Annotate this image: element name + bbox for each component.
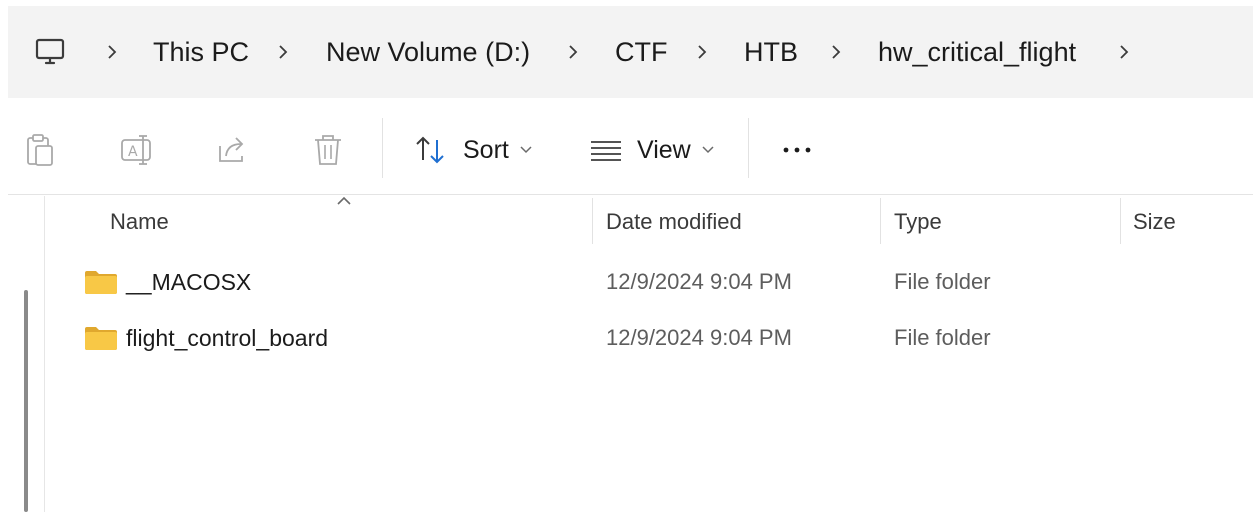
command-divider (748, 118, 749, 178)
more-options-icon[interactable] (779, 132, 815, 168)
file-name[interactable]: flight_control_board (126, 320, 328, 356)
column-header-date-modified[interactable]: Date modified (606, 204, 742, 240)
view-list-icon (591, 141, 621, 161)
navigation-pane-edge (44, 196, 45, 512)
folder-icon (85, 327, 117, 350)
file-date-modified: 12/9/2024 9:04 PM (606, 325, 792, 350)
sort-label: Sort (463, 136, 509, 164)
chevron-right-icon[interactable] (1116, 34, 1132, 70)
delete-icon[interactable] (310, 132, 346, 168)
breadcrumb-ctf[interactable]: CTF (615, 34, 667, 70)
column-divider[interactable] (880, 198, 881, 244)
breadcrumb-this-pc[interactable]: This PC (153, 34, 249, 70)
navigation-scrollbar-thumb[interactable] (24, 290, 28, 512)
sort-arrows-icon (416, 136, 444, 164)
rename-icon[interactable]: A (119, 132, 155, 168)
chevron-right-icon[interactable] (275, 34, 291, 70)
file-row[interactable]: flight_control_board 12/9/2024 9:04 PM F… (56, 313, 1246, 363)
file-row[interactable]: __MACOSX 12/9/2024 9:04 PM File folder (56, 257, 1246, 307)
svg-text:A: A (128, 144, 138, 160)
breadcrumb-hw-critical-flight[interactable]: hw_critical_flight (878, 34, 1076, 70)
chevron-right-icon[interactable] (828, 34, 844, 70)
file-type: File folder (894, 325, 991, 350)
this-pc-monitor-icon[interactable] (34, 36, 66, 68)
column-divider[interactable] (1120, 198, 1121, 244)
column-divider[interactable] (592, 198, 593, 244)
address-bar[interactable]: This PC New Volume (D:) CTF HTB hw_criti… (8, 6, 1253, 98)
file-type: File folder (894, 269, 991, 294)
chevron-down-icon (520, 146, 532, 154)
view-label: View (637, 136, 691, 164)
chevron-right-icon[interactable] (565, 34, 581, 70)
breadcrumb-htb[interactable]: HTB (744, 34, 798, 70)
paste-icon[interactable] (22, 132, 58, 168)
chevron-down-icon (702, 146, 714, 154)
file-name[interactable]: __MACOSX (126, 264, 251, 300)
column-header-size[interactable]: Size (1133, 204, 1176, 240)
folder-icon (85, 271, 117, 294)
column-header-name[interactable]: Name (110, 204, 169, 240)
command-divider (382, 118, 383, 178)
breadcrumb-new-volume[interactable]: New Volume (D:) (326, 34, 530, 70)
command-bar: A Sort View (8, 102, 1253, 195)
chevron-right-icon[interactable] (694, 34, 710, 70)
column-header-type[interactable]: Type (894, 204, 942, 240)
share-icon[interactable] (214, 132, 250, 168)
chevron-right-icon[interactable] (104, 34, 120, 70)
file-date-modified: 12/9/2024 9:04 PM (606, 269, 792, 294)
file-explorer-window: This PC New Volume (D:) CTF HTB hw_criti… (0, 0, 1257, 512)
sort-ascending-caret-icon (337, 196, 351, 205)
